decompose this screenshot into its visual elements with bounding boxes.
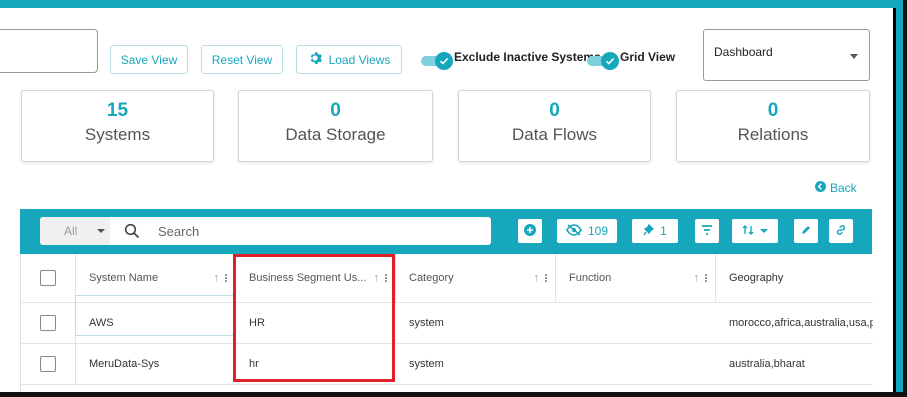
- app-content: Save View Reset View Load Views Exclude …: [0, 8, 896, 397]
- column-header-function[interactable]: Function ↑: [556, 254, 716, 302]
- arrow-left-circle-icon: [815, 181, 826, 195]
- save-view-button[interactable]: Save View: [110, 45, 188, 74]
- sort-arrow-up-icon[interactable]: ↑: [214, 272, 220, 284]
- stat-value: 0: [330, 100, 341, 121]
- cell-system-name[interactable]: MeruData-Sys: [76, 344, 236, 384]
- stat-card-data-storage[interactable]: 0 Data Storage: [238, 90, 433, 162]
- sort-button[interactable]: [732, 219, 778, 243]
- cell-geography[interactable]: morocco,africa,australia,usa,p: [716, 303, 873, 343]
- kebab-menu-icon[interactable]: [705, 274, 707, 282]
- stat-card-relations[interactable]: 0 Relations: [676, 90, 870, 162]
- highlight-annotation-box: [233, 254, 395, 382]
- pinned-columns-button[interactable]: 1: [632, 219, 678, 243]
- select-all-checkbox[interactable]: [40, 270, 56, 286]
- search-input[interactable]: Search: [158, 224, 199, 239]
- kebab-menu-icon[interactable]: [545, 274, 547, 282]
- stat-value: 0: [767, 100, 779, 121]
- select-all-cell: [21, 254, 76, 302]
- back-link[interactable]: Back: [815, 181, 857, 195]
- plus-circle-icon: [524, 223, 536, 239]
- stat-value: 0: [549, 100, 560, 121]
- scope-select-value: All: [64, 224, 78, 238]
- save-view-label: Save View: [120, 52, 178, 67]
- row-checkbox[interactable]: [40, 315, 56, 331]
- stat-label: Data Flows: [511, 125, 598, 144]
- window-edge-right: [903, 0, 907, 397]
- gear-icon: [308, 51, 322, 68]
- sort-arrow-up-icon[interactable]: ↑: [534, 272, 540, 284]
- sort-arrow-up-icon[interactable]: ↑: [694, 272, 700, 284]
- exclude-inactive-label: Exclude Inactive Systems: [454, 50, 601, 64]
- pin-icon: [643, 223, 655, 239]
- cell-function[interactable]: [556, 303, 716, 343]
- exclude-inactive-toggle[interactable]: [421, 52, 453, 70]
- column-header-label: Geography: [729, 272, 784, 284]
- window-edge-bottom: [0, 392, 907, 397]
- view-select-value: Dashboard: [714, 45, 773, 59]
- column-header-label: Category: [409, 272, 454, 284]
- stat-card-systems[interactable]: 15 Systems: [21, 90, 214, 162]
- add-button[interactable]: [518, 219, 542, 243]
- stat-label: Data Storage: [285, 125, 386, 144]
- search-bar: All Search: [40, 217, 491, 245]
- link-button[interactable]: [829, 219, 853, 243]
- grid-toolbar: All Search 109 1: [20, 209, 872, 254]
- eye-slash-icon: [566, 223, 582, 239]
- chevron-down-icon: [97, 229, 105, 233]
- filter-icon: [701, 224, 713, 238]
- cell-function[interactable]: [556, 344, 716, 384]
- edit-button[interactable]: [794, 219, 818, 243]
- stat-label: Relations: [737, 125, 809, 144]
- sort-icon: [742, 224, 754, 239]
- back-label: Back: [830, 181, 857, 195]
- chevron-down-icon: [850, 54, 858, 59]
- stat-value: 15: [106, 100, 129, 121]
- column-header-category[interactable]: Category ↑: [396, 254, 556, 302]
- search-icon: [124, 223, 140, 244]
- table-row[interactable]: MeruData-Sys hr system australia,bharat: [21, 344, 873, 385]
- load-views-button[interactable]: Load Views: [296, 45, 402, 74]
- link-icon: [835, 224, 847, 239]
- selected-cell-outline: [75, 295, 235, 336]
- column-header-geography[interactable]: Geography: [716, 254, 873, 302]
- check-icon: [435, 52, 453, 70]
- reset-view-button[interactable]: Reset View: [201, 45, 283, 74]
- check-icon: [601, 52, 619, 70]
- cell-category[interactable]: system: [396, 344, 556, 384]
- row-checkbox[interactable]: [40, 356, 56, 372]
- grid-view-label: Grid View: [620, 50, 676, 64]
- filter-button[interactable]: [695, 219, 719, 243]
- reset-view-label: Reset View: [211, 52, 273, 67]
- pinned-count: 1: [660, 224, 667, 238]
- load-views-label: Load Views: [328, 52, 391, 67]
- grid-view-toggle[interactable]: [587, 52, 619, 70]
- scope-select[interactable]: All: [40, 217, 110, 245]
- view-select-dropdown[interactable]: Dashboard: [703, 29, 870, 81]
- view-name-input[interactable]: [0, 29, 98, 73]
- cell-geography[interactable]: australia,bharat: [716, 344, 873, 384]
- pencil-icon: [800, 224, 812, 239]
- hidden-count: 109: [587, 224, 609, 238]
- chevron-down-icon: [760, 229, 768, 233]
- kebab-menu-icon[interactable]: [225, 274, 227, 282]
- column-header-label: Function: [569, 272, 612, 284]
- row-select-cell: [21, 303, 76, 343]
- stat-label: Systems: [84, 125, 151, 144]
- hidden-columns-button[interactable]: 109: [557, 219, 617, 243]
- stat-card-data-flows[interactable]: 0 Data Flows: [458, 90, 651, 162]
- cell-category[interactable]: system: [396, 303, 556, 343]
- row-select-cell: [21, 344, 76, 384]
- column-header-label: System Name: [89, 272, 159, 284]
